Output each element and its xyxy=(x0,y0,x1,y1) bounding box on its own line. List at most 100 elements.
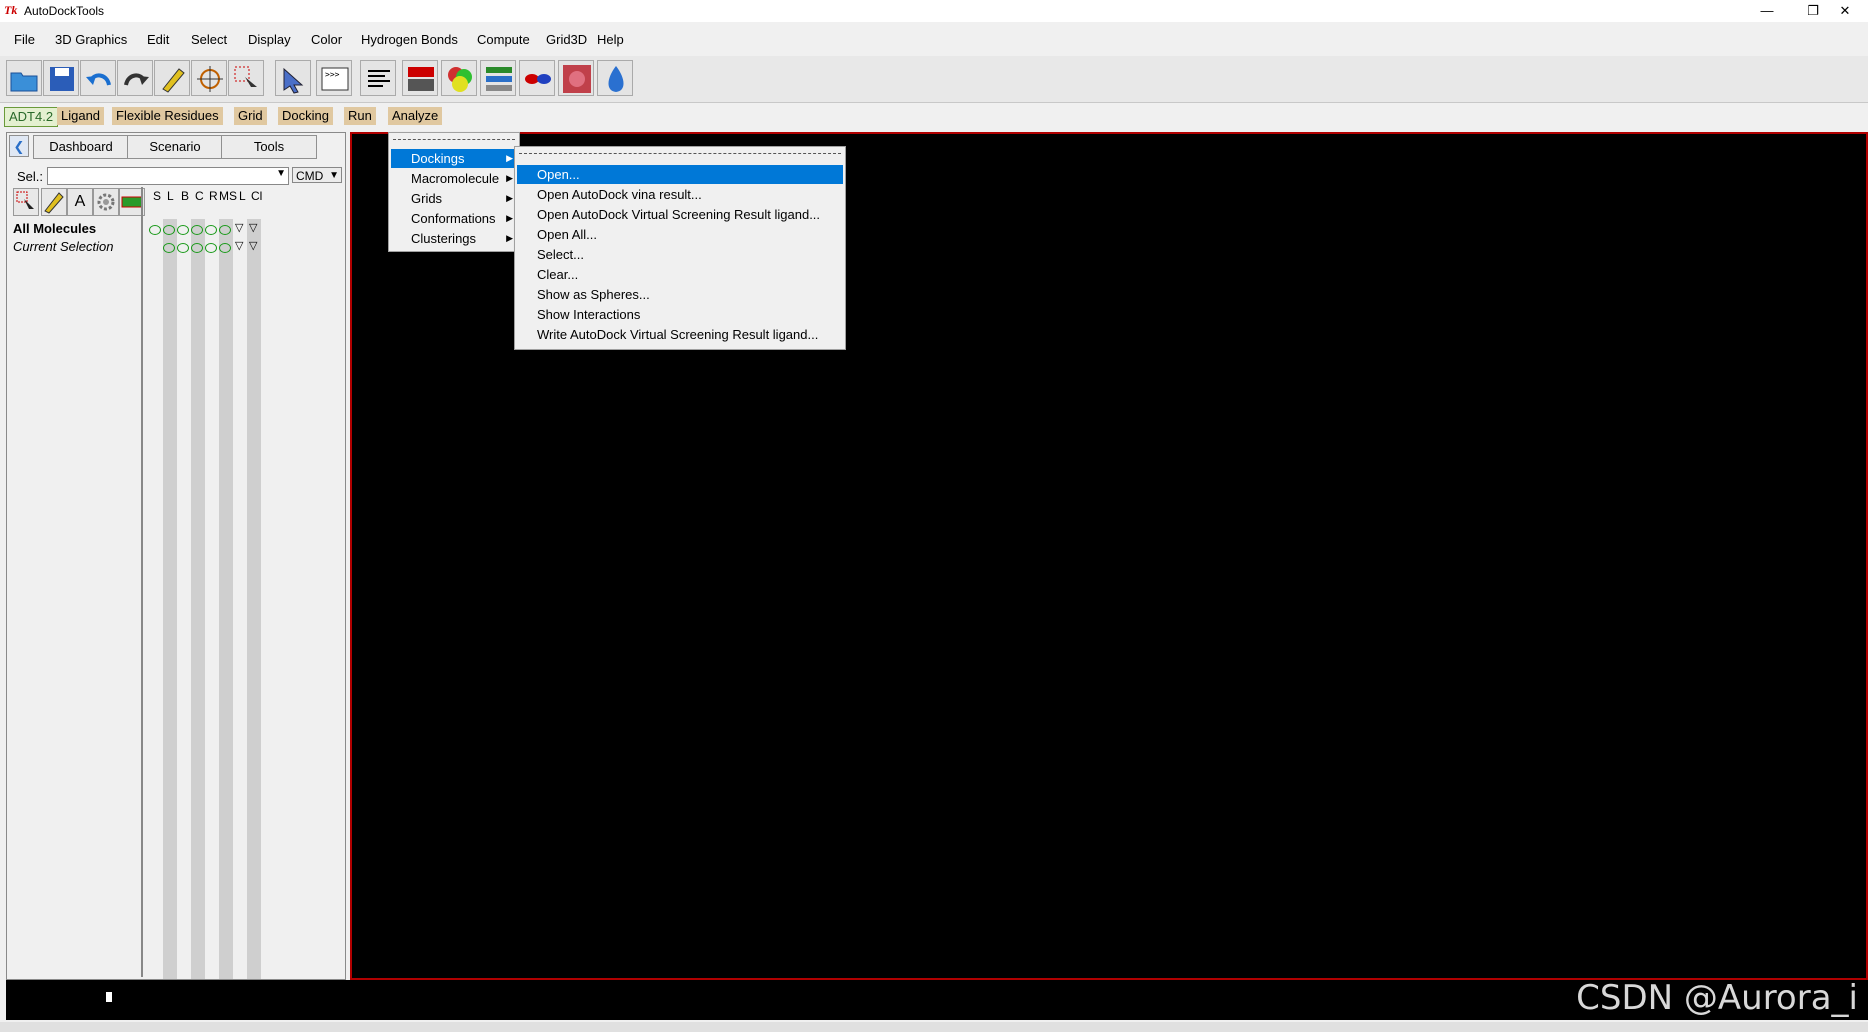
pencil-icon xyxy=(162,68,185,93)
redo-icon xyxy=(124,73,149,86)
edit-pencil-button[interactable] xyxy=(41,188,67,216)
toggle-circle[interactable] xyxy=(219,225,231,235)
toggle-circle[interactable] xyxy=(205,225,217,235)
adt-menu-ligand[interactable]: Ligand xyxy=(57,107,105,125)
column-strip xyxy=(219,219,233,979)
minimize-button[interactable]: — xyxy=(1744,0,1790,22)
menu-item-open-all[interactable]: Open All... xyxy=(517,225,843,244)
row-all-molecules[interactable]: All Molecules xyxy=(13,221,96,236)
pointer-button[interactable] xyxy=(275,60,311,96)
gear-icon xyxy=(97,193,115,211)
cmd-dropdown[interactable]: CMD ▼ xyxy=(292,167,342,183)
pencil-icon xyxy=(44,192,64,214)
pencil-button[interactable] xyxy=(154,60,190,96)
menu-color[interactable]: Color xyxy=(311,32,342,47)
info-button[interactable] xyxy=(597,60,633,96)
undo-button[interactable] xyxy=(80,60,116,96)
menu-item-write-vs-result-ligand[interactable]: Write AutoDock Virtual Screening Result … xyxy=(517,325,843,344)
settings-button[interactable] xyxy=(93,188,119,216)
select-button[interactable] xyxy=(228,60,264,96)
toolbar: >>> xyxy=(0,56,1868,103)
molecule-surface-button[interactable] xyxy=(558,60,594,96)
center-button[interactable] xyxy=(191,60,227,96)
menu-item-open[interactable]: Open... xyxy=(517,165,843,184)
menu-item-label: Conformations xyxy=(411,211,496,226)
menu-select[interactable]: Select xyxy=(191,32,227,47)
toggle-circle[interactable] xyxy=(163,243,175,253)
tear-off-line[interactable] xyxy=(519,153,841,154)
dropdown-triangle-icon[interactable]: ▽ xyxy=(235,239,243,252)
dashboard-button[interactable] xyxy=(402,60,438,96)
selection-dropdown-icon[interactable]: ▼ xyxy=(276,168,286,179)
toggle-circle[interactable] xyxy=(219,243,231,253)
submenu-arrow-icon: ▶ xyxy=(506,193,513,203)
tab-scenario[interactable]: Scenario xyxy=(127,135,223,159)
color-button[interactable] xyxy=(441,60,477,96)
menu-display[interactable]: Display xyxy=(248,32,291,47)
collapse-arrow-icon[interactable]: ❮ xyxy=(9,135,29,157)
tear-off-line[interactable] xyxy=(393,139,515,140)
dropdown-triangle-icon[interactable]: ▽ xyxy=(249,239,257,252)
menu-item-macromolecule[interactable]: Macromolecule ▶ xyxy=(391,169,517,188)
menu-item-show-interactions[interactable]: Show Interactions xyxy=(517,305,843,324)
menu-grid3d[interactable]: Grid3D xyxy=(546,32,587,47)
toggle-circle[interactable] xyxy=(163,225,175,235)
toggle-circle[interactable] xyxy=(177,243,189,253)
close-button[interactable]: ✕ xyxy=(1822,0,1868,22)
menu-item-label: Grids xyxy=(411,191,443,206)
slider-handle[interactable] xyxy=(106,992,112,1002)
toggle-circle[interactable] xyxy=(191,243,203,253)
toggle-circle[interactable] xyxy=(177,225,189,235)
menu-item-open-vs-result-ligand[interactable]: Open AutoDock Virtual Screening Result l… xyxy=(517,205,843,224)
menu-item-show-as-spheres[interactable]: Show as Spheres... xyxy=(517,285,843,304)
menu-item-clear[interactable]: Clear... xyxy=(517,265,843,284)
menu-help[interactable]: Help xyxy=(597,32,624,47)
adt-menu-grid[interactable]: Grid xyxy=(234,107,267,125)
menu-item-open-vina-result[interactable]: Open AutoDock vina result... xyxy=(517,185,843,204)
cmd-dropdown-icon: ▼ xyxy=(329,170,339,181)
menu-hydrogen-bonds[interactable]: Hydrogen Bonds xyxy=(361,32,458,47)
menu-3d-graphics[interactable]: 3D Graphics xyxy=(55,32,127,47)
menu-edit[interactable]: Edit xyxy=(147,32,169,47)
adt-menu-analyze[interactable]: Analyze xyxy=(388,107,443,125)
col-header-c: C xyxy=(195,189,204,203)
col-header-r: R xyxy=(209,189,218,203)
menu-item-conformations[interactable]: Conformations ▶ xyxy=(391,209,517,228)
menu-item-label: Clusterings xyxy=(411,231,477,246)
menu-item-label: Macromolecule xyxy=(411,171,500,186)
tab-dashboard[interactable]: Dashboard xyxy=(33,135,129,159)
adt-menu-run[interactable]: Run xyxy=(344,107,376,125)
menu-item-label: Dockings xyxy=(411,151,465,166)
dropdown-triangle-icon[interactable]: ▽ xyxy=(235,221,243,234)
toggle-circle[interactable] xyxy=(191,225,203,235)
selection-input[interactable]: ▼ xyxy=(47,167,289,185)
toggle-circle[interactable] xyxy=(205,243,217,253)
menu-item-grids[interactable]: Grids ▶ xyxy=(391,189,517,208)
label-button[interactable]: A xyxy=(67,188,93,216)
menu-file[interactable]: File xyxy=(14,32,35,47)
menu-item-clusterings[interactable]: Clusterings ▶ xyxy=(391,229,517,248)
stereo-button[interactable] xyxy=(519,60,555,96)
python-shell-button[interactable]: >>> xyxy=(316,60,352,96)
save-button[interactable] xyxy=(43,60,79,96)
adt-menu-flexible-residues[interactable]: Flexible Residues xyxy=(112,107,223,125)
select-pick-button[interactable] xyxy=(13,188,39,216)
row-current-selection[interactable]: Current Selection xyxy=(13,239,113,254)
adt-version-tab[interactable]: ADT4.2 xyxy=(4,107,59,127)
crosshair-icon xyxy=(197,66,223,92)
text-align-button[interactable] xyxy=(360,60,396,96)
tree-icon xyxy=(486,67,512,91)
menu-item-dockings[interactable]: Dockings ▶ xyxy=(391,149,517,168)
menu-compute[interactable]: Compute xyxy=(477,32,530,47)
submenu-arrow-icon: ▶ xyxy=(506,213,513,223)
redo-button[interactable] xyxy=(117,60,153,96)
dropdown-triangle-icon[interactable]: ▽ xyxy=(249,221,257,234)
pick-icon xyxy=(16,191,34,209)
tab-tools[interactable]: Tools xyxy=(221,135,317,159)
hierarchy-button[interactable] xyxy=(480,60,516,96)
toggle-circle[interactable] xyxy=(149,225,161,235)
menu-item-select[interactable]: Select... xyxy=(517,245,843,264)
open-folder-button[interactable] xyxy=(6,60,42,96)
save-icon xyxy=(50,67,74,91)
adt-menu-docking[interactable]: Docking xyxy=(278,107,333,125)
